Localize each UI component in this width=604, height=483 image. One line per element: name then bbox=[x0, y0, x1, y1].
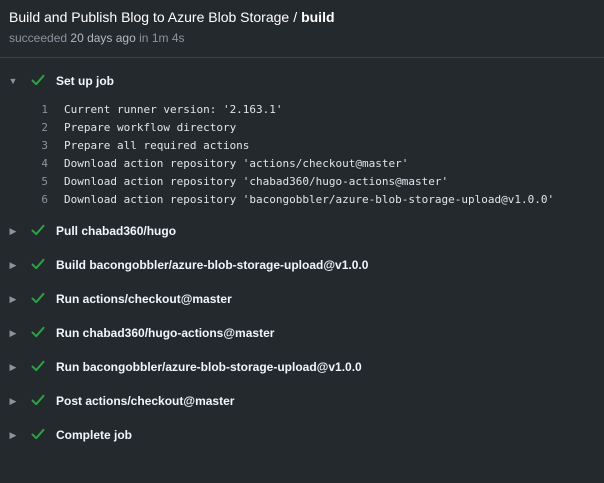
log-line: 6 Download action repository 'bacongobbl… bbox=[0, 191, 604, 209]
step-run-checkout[interactable]: ▶ Run actions/checkout@master bbox=[0, 287, 604, 311]
workflow-name: Build and Publish Blog to Azure Blob Sto… bbox=[9, 9, 290, 25]
step-label: Pull chabad360/hugo bbox=[56, 224, 177, 238]
step-label: Run actions/checkout@master bbox=[56, 292, 232, 306]
caret-down-icon[interactable]: ▼ bbox=[8, 76, 18, 86]
step-label: Post actions/checkout@master bbox=[56, 394, 235, 408]
run-time[interactable]: 20 days ago bbox=[70, 31, 135, 45]
check-icon bbox=[31, 258, 45, 270]
line-number[interactable]: 2 bbox=[30, 119, 48, 137]
check-icon bbox=[31, 360, 45, 372]
line-number[interactable]: 4 bbox=[30, 155, 48, 173]
caret-right-icon[interactable]: ▶ bbox=[8, 430, 18, 441]
step-label: Build bacongobbler/azure-blob-storage-up… bbox=[56, 258, 369, 272]
caret-right-icon[interactable]: ▶ bbox=[8, 362, 18, 373]
title-separator: / bbox=[293, 9, 298, 25]
log-text: Download action repository 'actions/chec… bbox=[64, 157, 409, 170]
step-set-up-job[interactable]: ▼ Set up job bbox=[0, 69, 604, 93]
log-text: Download action repository 'bacongobbler… bbox=[64, 193, 555, 206]
run-duration: 1m 4s bbox=[151, 31, 185, 45]
log-line: 5 Download action repository 'chabad360/… bbox=[0, 173, 604, 191]
run-status: succeeded bbox=[9, 31, 68, 45]
caret-right-icon[interactable]: ▶ bbox=[8, 396, 18, 407]
step-run-azure-upload[interactable]: ▶ Run bacongobbler/azure-blob-storage-up… bbox=[0, 355, 604, 379]
duration-prefix: in bbox=[139, 31, 149, 45]
log-line: 1 Current runner version: '2.163.1' bbox=[0, 101, 604, 119]
step-complete-job[interactable]: ▶ Complete job bbox=[0, 423, 604, 447]
step-run-hugo-actions[interactable]: ▶ Run chabad360/hugo-actions@master bbox=[0, 321, 604, 345]
log-text: Prepare all required actions bbox=[64, 139, 250, 152]
step-pull-hugo[interactable]: ▶ Pull chabad360/hugo bbox=[0, 219, 604, 243]
page-title: Build and Publish Blog to Azure Blob Sto… bbox=[9, 8, 595, 26]
step-post-checkout[interactable]: ▶ Post actions/checkout@master bbox=[0, 389, 604, 413]
step-label: Complete job bbox=[56, 428, 133, 442]
step-label: Set up job bbox=[56, 74, 114, 88]
log-line: 4 Download action repository 'actions/ch… bbox=[0, 155, 604, 173]
line-number[interactable]: 3 bbox=[30, 137, 48, 155]
line-number[interactable]: 6 bbox=[30, 191, 48, 209]
run-summary: succeeded 20 days ago in 1m 4s bbox=[9, 30, 595, 46]
line-number[interactable]: 1 bbox=[30, 101, 48, 119]
step-label: Run bacongobbler/azure-blob-storage-uplo… bbox=[56, 360, 362, 374]
log-line: 3 Prepare all required actions bbox=[0, 137, 604, 155]
check-icon bbox=[31, 74, 45, 86]
check-icon bbox=[31, 428, 45, 440]
job-name: build bbox=[301, 9, 335, 25]
caret-right-icon[interactable]: ▶ bbox=[8, 226, 18, 237]
check-icon bbox=[31, 326, 45, 338]
check-icon bbox=[31, 224, 45, 236]
check-icon bbox=[31, 394, 45, 406]
log-text: Prepare workflow directory bbox=[64, 121, 237, 134]
line-number[interactable]: 5 bbox=[30, 173, 48, 191]
job-header: Build and Publish Blog to Azure Blob Sto… bbox=[0, 0, 604, 58]
log-text: Current runner version: '2.163.1' bbox=[64, 103, 283, 116]
caret-right-icon[interactable]: ▶ bbox=[8, 260, 18, 271]
step-label: Run chabad360/hugo-actions@master bbox=[56, 326, 275, 340]
caret-right-icon[interactable]: ▶ bbox=[8, 294, 18, 305]
log-text: Download action repository 'chabad360/hu… bbox=[64, 175, 449, 188]
caret-right-icon[interactable]: ▶ bbox=[8, 328, 18, 339]
check-icon bbox=[31, 292, 45, 304]
step-build-azure-upload[interactable]: ▶ Build bacongobbler/azure-blob-storage-… bbox=[0, 253, 604, 277]
log-line: 2 Prepare workflow directory bbox=[0, 119, 604, 137]
